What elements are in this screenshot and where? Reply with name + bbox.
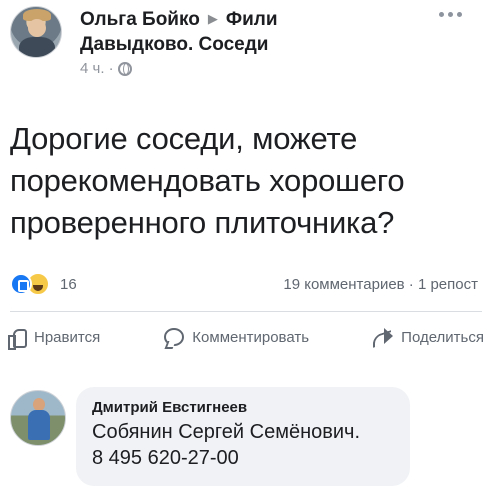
author-avatar[interactable] — [10, 6, 62, 58]
comment-text-line1: Собянин Сергей Семёнович. — [92, 421, 361, 443]
arrow-right-icon: ▶ — [207, 11, 218, 26]
comment-author[interactable]: Дмитрий Евстигнеев — [92, 397, 394, 419]
globe-icon — [117, 61, 132, 76]
group-name-part2[interactable]: Давыдково. Соседи — [80, 34, 268, 55]
like-label: Нравится — [34, 328, 101, 346]
like-reaction-icon — [10, 273, 32, 295]
post-time[interactable]: 4 ч. · — [80, 60, 114, 77]
comment-icon — [164, 328, 185, 346]
comment-button[interactable]: Комментировать — [164, 327, 309, 347]
facebook-post: Ольга Бойко ▶ Фили Давыдково. Соседи 4 ч. … — [0, 0, 492, 493]
post-header: Ольга Бойко ▶ Фили Давыдково. Соседи — [80, 6, 410, 57]
author-name[interactable]: Ольга Бойко — [80, 9, 200, 30]
comment-text-line2: 8 495 620-27-00 — [92, 447, 239, 469]
share-button[interactable]: Поделиться — [373, 327, 484, 347]
divider — [10, 311, 482, 312]
more-icon[interactable] — [432, 4, 468, 24]
commenter-avatar[interactable] — [10, 390, 66, 446]
thumbs-up-icon — [8, 327, 27, 350]
comment-bubble: Дмитрий Евстигнеев Собянин Сергей Семёно… — [76, 387, 410, 486]
post-stats[interactable]: 19 комментариев · 1 репост — [283, 276, 478, 293]
action-bar: Нравится Комментировать Поделиться — [0, 327, 492, 350]
reaction-count: 16 — [60, 275, 77, 293]
reactions-summary[interactable]: 16 — [10, 272, 77, 296]
post-meta: 4 ч. · — [80, 60, 132, 77]
like-button[interactable]: Нравится — [8, 327, 101, 350]
share-label: Поделиться — [401, 328, 484, 346]
post-message: Дорогие соседи, можете порекомендовать х… — [10, 121, 405, 240]
group-name-part1[interactable]: Фили — [226, 9, 278, 30]
share-icon — [373, 328, 394, 345]
comment-label: Комментировать — [192, 328, 310, 346]
